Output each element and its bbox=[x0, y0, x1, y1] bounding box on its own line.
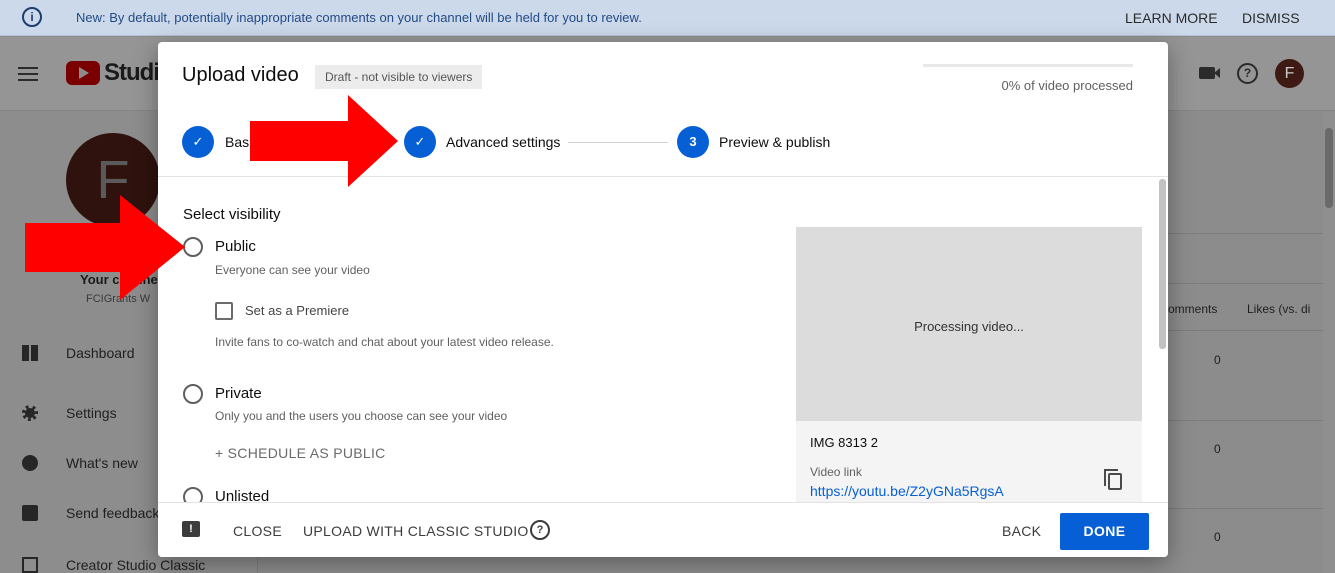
table-divider bbox=[1160, 420, 1323, 421]
copy-icon[interactable] bbox=[1104, 469, 1122, 490]
dialog-scrollbar-thumb[interactable] bbox=[1159, 179, 1166, 349]
table-divider bbox=[1160, 330, 1323, 331]
create-video-icon[interactable] bbox=[1199, 67, 1220, 79]
table-divider bbox=[1160, 233, 1323, 234]
upload-with-classic-studio-button[interactable]: UPLOAD WITH CLASSIC STUDIO bbox=[303, 523, 529, 539]
sidebar-item-label: Send feedback bbox=[66, 505, 160, 521]
banner-message: New: By default, potentially inappropria… bbox=[76, 10, 642, 25]
youtube-logo-icon[interactable] bbox=[66, 61, 100, 85]
premiere-label[interactable]: Set as a Premiere bbox=[245, 303, 349, 318]
step-preview-publish-label[interactable]: Preview & publish bbox=[719, 134, 830, 150]
unlisted-radio[interactable] bbox=[183, 487, 203, 502]
video-preview-frame: Processing video... bbox=[796, 227, 1142, 421]
premiere-description: Invite fans to co-watch and chat about y… bbox=[215, 335, 554, 349]
draft-status-badge: Draft - not visible to viewers bbox=[315, 65, 483, 89]
feedback-icon[interactable]: ! bbox=[182, 521, 200, 537]
video-preview-card: Processing video... IMG 8313 2 Video lin… bbox=[796, 227, 1142, 502]
private-description: Only you and the users you choose can se… bbox=[215, 409, 508, 423]
sidebar-item-label: What's new bbox=[66, 455, 138, 471]
dismiss-button[interactable]: DISMISS bbox=[1242, 10, 1300, 26]
classic-icon bbox=[22, 557, 38, 573]
processing-progress-bar bbox=[923, 64, 1133, 67]
private-label[interactable]: Private bbox=[215, 385, 262, 402]
dashboard-icon bbox=[22, 345, 38, 361]
red-arrow-annotation-public bbox=[25, 195, 185, 300]
sidebar-item-label: Dashboard bbox=[66, 345, 135, 361]
gear-icon bbox=[22, 405, 38, 421]
unlisted-label[interactable]: Unlisted bbox=[215, 488, 269, 502]
notification-banner: i New: By default, potentially inappropr… bbox=[0, 0, 1335, 36]
step-advanced-settings-check-icon[interactable]: ✓ bbox=[404, 126, 436, 158]
account-avatar[interactable]: F bbox=[1275, 59, 1304, 88]
learn-more-link[interactable]: LEARN MORE bbox=[1125, 10, 1218, 26]
video-link[interactable]: https://youtu.be/Z2yGNa5RgsA bbox=[810, 483, 1004, 499]
public-label[interactable]: Public bbox=[215, 238, 256, 255]
dialog-title: Upload video bbox=[182, 64, 299, 86]
video-link-label: Video link bbox=[810, 465, 862, 479]
sidebar-item-label: Settings bbox=[66, 405, 117, 421]
step-basic-info-check-icon[interactable]: ✓ bbox=[182, 126, 214, 158]
table-divider bbox=[1160, 508, 1323, 509]
video-file-name: IMG 8313 2 bbox=[810, 435, 878, 450]
feedback-icon bbox=[22, 505, 38, 521]
step-preview-publish-number[interactable]: 3 bbox=[677, 126, 709, 158]
dialog-scrollbar[interactable] bbox=[1158, 177, 1168, 502]
visibility-panel: Select visibility Public Everyone can se… bbox=[158, 177, 1168, 502]
badge-icon bbox=[22, 455, 38, 471]
private-radio[interactable] bbox=[183, 384, 203, 404]
table-divider bbox=[1160, 283, 1323, 284]
table-cell: 0 bbox=[1214, 353, 1221, 367]
public-radio[interactable] bbox=[183, 237, 203, 257]
schedule-as-public-button[interactable]: + SCHEDULE AS PUBLIC bbox=[215, 445, 386, 461]
red-arrow-annotation-advanced-settings bbox=[250, 95, 398, 187]
step-advanced-settings-label[interactable]: Advanced settings bbox=[446, 134, 560, 150]
column-header-comments: omments bbox=[1168, 302, 1218, 316]
processing-progress-text: 0% of video processed bbox=[1001, 78, 1133, 93]
dialog-footer: ! CLOSE UPLOAD WITH CLASSIC STUDIO ? BAC… bbox=[158, 502, 1168, 557]
step-connector bbox=[568, 142, 668, 143]
info-icon: i bbox=[22, 7, 42, 27]
help-icon[interactable]: ? bbox=[1237, 63, 1258, 84]
processing-video-text: Processing video... bbox=[914, 319, 1024, 334]
done-button[interactable]: DONE bbox=[1060, 513, 1149, 550]
menu-icon[interactable] bbox=[18, 67, 38, 81]
close-button[interactable]: CLOSE bbox=[233, 523, 282, 539]
premiere-checkbox[interactable] bbox=[215, 302, 233, 320]
table-cell: 0 bbox=[1214, 530, 1221, 544]
back-button[interactable]: BACK bbox=[1002, 523, 1041, 539]
select-visibility-heading: Select visibility bbox=[183, 206, 281, 223]
help-icon[interactable]: ? bbox=[530, 520, 550, 540]
page-scrollbar-thumb[interactable] bbox=[1325, 128, 1333, 208]
public-description: Everyone can see your video bbox=[215, 263, 370, 277]
sidebar-item-label: Creator Studio Classic bbox=[66, 557, 206, 573]
column-header-likes: Likes (vs. di bbox=[1247, 302, 1311, 316]
table-cell: 0 bbox=[1214, 442, 1221, 456]
